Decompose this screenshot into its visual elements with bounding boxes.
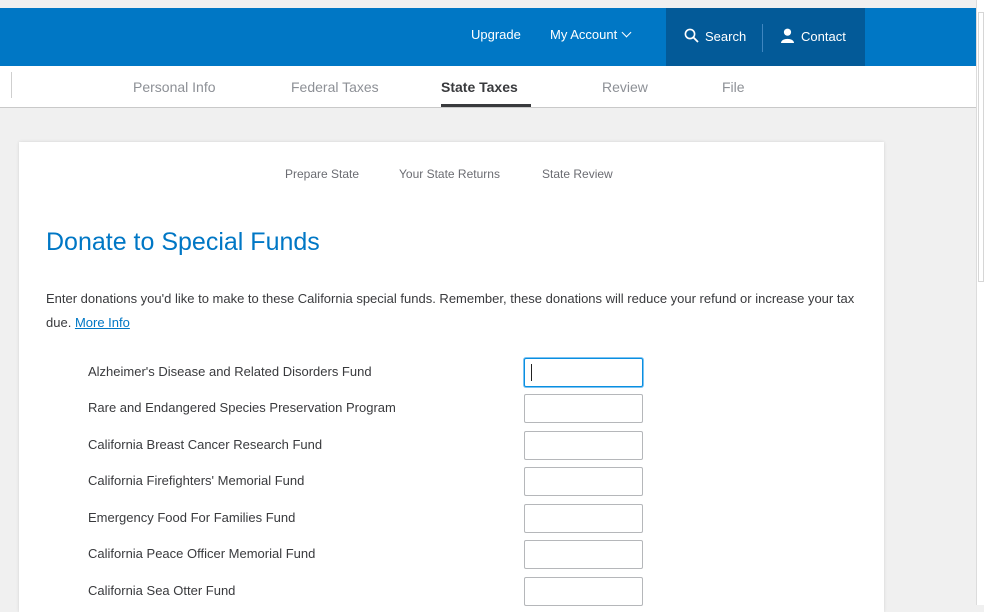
more-info-link[interactable]: More Info [75,315,130,330]
subnav-your-state-returns[interactable]: Your State Returns [399,167,500,181]
subnav-prepare-state[interactable]: Prepare State [285,167,359,181]
fund-amount-input[interactable] [524,577,643,606]
my-account-label: My Account [550,27,618,42]
contact-label: Contact [801,29,846,44]
tab-federal-taxes[interactable]: Federal Taxes [291,66,379,107]
fund-label: Rare and Endangered Species Preservation… [88,400,396,415]
subnav-state-review[interactable]: State Review [542,167,613,181]
search-label: Search [705,29,747,44]
tab-personal-info[interactable]: Personal Info [133,66,216,107]
search-button[interactable]: Search [684,8,746,66]
text-cursor [531,364,532,381]
chevron-down-icon [621,27,632,38]
fund-row: California Peace Officer Memorial Fund [19,540,884,570]
fund-amount-input[interactable] [524,504,643,533]
person-icon [781,28,794,44]
fund-row: Alzheimer's Disease and Related Disorder… [19,358,884,388]
scrollbar-thumb[interactable] [978,12,984,282]
upgrade-link[interactable]: Upgrade [471,8,521,66]
fund-row: California Sea Otter Fund [19,577,884,607]
fund-label: California Breast Cancer Research Fund [88,437,323,452]
main-card: Prepare State Your State Returns State R… [19,142,884,612]
contact-button[interactable]: Contact [780,8,846,66]
fund-row: Rare and Endangered Species Preservation… [19,394,884,424]
fund-amount-input[interactable] [524,431,643,460]
fund-label: Emergency Food For Families Fund [88,510,296,525]
fund-amount-input[interactable] [524,540,643,569]
tab-state-taxes[interactable]: State Taxes [441,66,518,107]
top-header: Upgrade My Account Search Contact [0,8,976,66]
fund-label: California Firefighters' Memorial Fund [88,473,305,488]
fund-label: California Sea Otter Fund [88,583,236,598]
fund-amount-input[interactable] [524,358,643,387]
search-icon [684,28,699,43]
tab-file[interactable]: File [722,66,745,107]
tab-review[interactable]: Review [602,66,648,107]
my-account-menu[interactable]: My Account [550,8,632,66]
fund-row: California Breast Cancer Research Fund [19,431,884,461]
divider [762,24,763,52]
fund-row: California Firefighters' Memorial Fund [19,467,884,497]
divider [11,72,12,98]
step-tabs: Personal Info Federal Taxes State Taxes … [0,66,976,108]
active-tab-indicator [441,104,531,107]
search-contact-block: Search Contact [666,8,865,66]
fund-amount-input[interactable] [524,467,643,496]
page-title: Donate to Special Funds [46,228,320,256]
intro-body: Enter donations you'd like to make to th… [46,291,855,330]
fund-row: Emergency Food For Families Fund [19,504,884,534]
fund-amount-input[interactable] [524,394,643,423]
intro-text: Enter donations you'd like to make to th… [46,287,876,335]
fund-label: California Peace Officer Memorial Fund [88,546,316,561]
page-scrollbar[interactable] [976,0,984,605]
fund-label: Alzheimer's Disease and Related Disorder… [88,364,372,379]
